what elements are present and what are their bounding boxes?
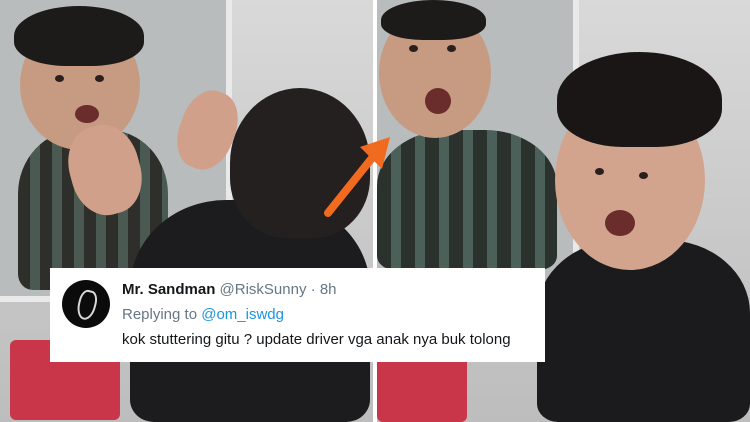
- tweet-time[interactable]: 8h: [320, 281, 337, 298]
- baby-hair: [557, 52, 722, 147]
- baby-eye: [595, 168, 604, 175]
- reflection-mouth: [75, 105, 99, 123]
- reflection-eye: [55, 75, 64, 82]
- orange-arrow-icon: [324, 137, 390, 217]
- baby-eye: [639, 172, 648, 179]
- tweet-text: kok stuttering gitu ? update driver vga …: [122, 331, 511, 348]
- tweet-card[interactable]: Mr. Sandman @RiskSunny · 8h Replying to …: [50, 268, 545, 362]
- avatar[interactable]: [62, 280, 110, 328]
- reflection-mouth: [425, 88, 451, 114]
- reflection-eye: [95, 75, 104, 82]
- display-name[interactable]: Mr. Sandman: [122, 281, 215, 298]
- separator-dot: ·: [310, 281, 316, 298]
- user-handle[interactable]: @RiskSunny: [220, 281, 307, 298]
- tweet-header: Mr. Sandman @RiskSunny · 8h: [122, 281, 337, 298]
- mention-link[interactable]: @om_iswdg: [201, 306, 284, 323]
- avatar-logo: [74, 288, 100, 322]
- reflection-eye: [409, 45, 418, 52]
- baby-mouth: [605, 210, 635, 236]
- reflection-hair: [381, 0, 486, 40]
- replying-prefix: Replying to: [122, 306, 198, 323]
- reflection-eye: [447, 45, 456, 52]
- reflection-hair: [14, 6, 144, 66]
- reflection-shirt: [377, 130, 557, 270]
- replying-to: Replying to @om_iswdg: [122, 306, 284, 323]
